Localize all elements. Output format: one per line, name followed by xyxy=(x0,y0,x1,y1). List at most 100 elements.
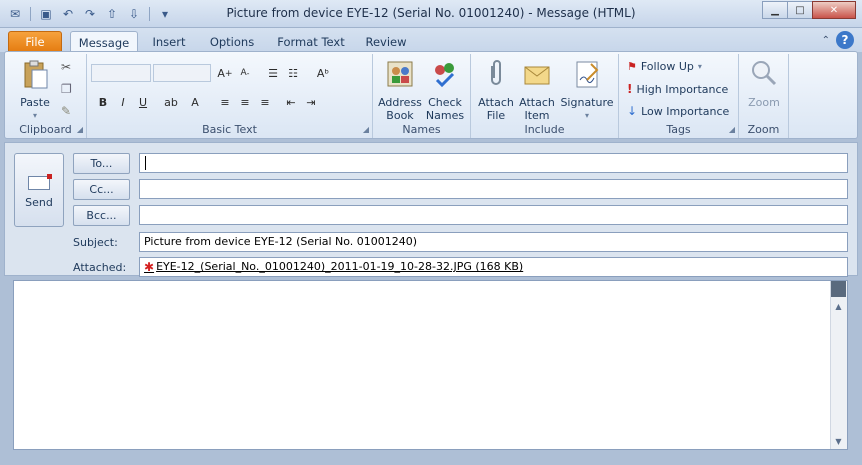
underline-icon[interactable]: U xyxy=(135,94,151,110)
font-size-controls: A + A- ☰ ☷ Aᵇ xyxy=(217,65,331,81)
tab-format-text[interactable]: Format Text xyxy=(274,31,348,52)
tags-group: ⚑ Follow Up ▾ ! High Importance ↓ Low Im… xyxy=(619,54,739,138)
zoom-group: Zoom Zoom xyxy=(739,54,789,138)
font-color-icon[interactable]: A xyxy=(187,94,203,110)
close-button[interactable]: ✕ xyxy=(812,1,856,19)
send-button[interactable]: Send xyxy=(14,153,64,227)
message-body[interactable]: ▲ ▼ xyxy=(13,280,848,450)
paste-button[interactable]: Paste ▾ xyxy=(9,56,61,122)
signature-icon xyxy=(576,61,599,88)
ribbon-tabs: File Message Insert Options Format Text … xyxy=(0,28,862,53)
subject-field[interactable]: Picture from device EYE-12 (Serial No. 0… xyxy=(139,232,848,252)
include-group: Attach File Attach Item Signature ▾ Incl… xyxy=(471,54,619,138)
maximize-button[interactable]: □ xyxy=(787,1,813,19)
tab-options[interactable]: Options xyxy=(204,31,260,52)
align-center-icon[interactable]: ≡ xyxy=(237,94,253,110)
bcc-field[interactable] xyxy=(139,205,848,225)
zoom-button[interactable]: Zoom xyxy=(741,56,787,109)
cc-button[interactable]: Cc... xyxy=(73,179,130,200)
bold-icon[interactable]: B xyxy=(95,94,111,110)
follow-up-label: Follow Up xyxy=(640,60,694,73)
paperclip-icon xyxy=(491,60,501,85)
subject-label: Subject: xyxy=(73,236,118,249)
scroll-down-icon[interactable]: ▼ xyxy=(831,434,846,449)
tags-launcher-icon[interactable]: ◢ xyxy=(729,125,735,134)
minimize-button[interactable]: ▁ xyxy=(762,1,788,19)
view-ruler-icon[interactable] xyxy=(831,281,846,297)
tab-file[interactable]: File xyxy=(8,31,62,52)
decrease-indent-icon[interactable]: ⇤ xyxy=(283,94,299,110)
help-area: ⌃ ? xyxy=(822,31,854,49)
message-header: Send To... Cc... Bcc... Subject: Picture… xyxy=(4,142,858,277)
magnifier-icon xyxy=(752,61,777,86)
attach-file-label-1: Attach xyxy=(478,96,514,109)
attach-item-icon xyxy=(524,66,550,85)
attach-item-button[interactable]: Attach Item xyxy=(517,56,557,122)
address-book-button[interactable]: Address Book xyxy=(377,56,423,122)
high-importance-icon: ! xyxy=(627,82,633,96)
low-importance-label: Low Importance xyxy=(641,104,730,118)
paste-dropdown-icon[interactable]: ▾ xyxy=(9,109,61,122)
clipboard-launcher-icon[interactable]: ◢ xyxy=(77,125,83,134)
ribbon: Paste ▾ ✂ ❐ ✎ Clipboard ◢ A + A- ☰ ☷ Aᵇ B… xyxy=(4,51,858,139)
cc-field[interactable] xyxy=(139,179,848,199)
signature-label: Signature xyxy=(560,96,614,109)
high-importance-button[interactable]: ! High Importance xyxy=(627,82,728,96)
attach-file-label-2: File xyxy=(486,109,506,122)
bcc-button[interactable]: Bcc... xyxy=(73,205,130,226)
attach-file-button[interactable]: Attach File xyxy=(475,56,517,122)
window-title: Picture from device EYE-12 (Serial No. 0… xyxy=(226,6,636,20)
high-importance-label: High Importance xyxy=(636,82,729,96)
align-left-icon[interactable]: ≡ xyxy=(217,94,233,110)
clipboard-group-label: Clipboard xyxy=(19,123,72,136)
highlight-icon[interactable]: ab xyxy=(163,94,179,110)
attachment-field: ✱ EYE-12_(Serial_No._01001240)_2011-01-1… xyxy=(139,257,848,277)
grow-font-icon[interactable]: A + xyxy=(217,65,233,81)
scroll-up-icon[interactable]: ▲ xyxy=(831,299,846,314)
attached-label: Attached: xyxy=(73,261,127,274)
tab-review[interactable]: Review xyxy=(360,31,412,52)
attachment-name: EYE-12_(Serial_No._01001240)_2011-01-19_… xyxy=(156,260,524,273)
title-bar: ✉ ▣ ↶ ↷ ⇧ ⇩ ▾ Picture from device EYE-12… xyxy=(0,0,862,28)
increase-indent-icon[interactable]: ⇥ xyxy=(303,94,319,110)
address-book-label-2: Book xyxy=(386,109,414,122)
tab-insert[interactable]: Insert xyxy=(146,31,192,52)
bullets-icon[interactable]: ☰ xyxy=(265,65,281,81)
copy-icon[interactable]: ❐ xyxy=(61,82,72,96)
cut-icon[interactable]: ✂ xyxy=(61,60,71,74)
low-importance-button[interactable]: ↓ Low Importance xyxy=(627,104,729,118)
shrink-font-icon[interactable]: A- xyxy=(237,65,253,81)
basic-text-launcher-icon[interactable]: ◢ xyxy=(363,125,369,134)
include-group-label: Include xyxy=(524,123,565,136)
zoom-label: Zoom xyxy=(748,96,780,109)
flag-icon: ⚑ xyxy=(627,60,637,73)
font-size-dropdown[interactable] xyxy=(153,64,211,82)
follow-up-button[interactable]: ⚑ Follow Up ▾ xyxy=(627,60,702,73)
signature-dropdown-icon[interactable]: ▾ xyxy=(559,109,615,122)
tab-message[interactable]: Message xyxy=(70,31,138,53)
to-button[interactable]: To... xyxy=(73,153,130,174)
numbering-icon[interactable]: ☷ xyxy=(285,65,301,81)
check-names-label-1: Check xyxy=(428,96,462,109)
names-group-label: Names xyxy=(402,123,441,136)
clipboard-group: Paste ▾ ✂ ❐ ✎ Clipboard ◢ xyxy=(5,54,87,138)
italic-icon[interactable]: I xyxy=(115,94,131,110)
clear-formatting-icon[interactable]: Aᵇ xyxy=(315,65,331,81)
send-label: Send xyxy=(25,196,53,209)
check-names-button[interactable]: Check Names xyxy=(423,56,467,122)
signature-button[interactable]: Signature ▾ xyxy=(559,56,615,122)
text-cursor xyxy=(145,156,146,170)
minimize-ribbon-icon[interactable]: ⌃ xyxy=(822,35,830,46)
address-book-label-1: Address xyxy=(378,96,422,109)
to-field[interactable] xyxy=(139,153,848,173)
attach-item-label-1: Attach xyxy=(519,96,555,109)
vertical-scrollbar[interactable]: ▲ ▼ xyxy=(830,281,847,449)
low-importance-icon: ↓ xyxy=(627,104,638,118)
format-painter-icon[interactable]: ✎ xyxy=(61,104,71,118)
paste-icon xyxy=(24,60,48,89)
align-right-icon[interactable]: ≡ xyxy=(257,94,273,110)
attachment-item[interactable]: ✱ EYE-12_(Serial_No._01001240)_2011-01-1… xyxy=(144,258,847,276)
help-icon[interactable]: ? xyxy=(836,31,854,49)
names-group: Address Book Check Names Names xyxy=(373,54,471,138)
font-family-dropdown[interactable] xyxy=(91,64,151,82)
